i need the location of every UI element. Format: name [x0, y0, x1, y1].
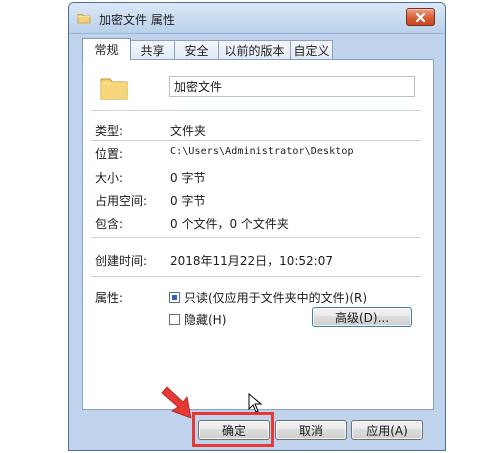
- tab-previous-versions[interactable]: 以前的版本: [218, 40, 291, 59]
- general-panel: 类型: 文件夹 位置: C:\Users\Administrator\Deskt…: [82, 59, 434, 410]
- size-label: 大小:: [95, 171, 124, 185]
- hidden-label: 隐藏(H): [184, 313, 227, 327]
- readonly-label: 只读(仅应用于文件夹中的文件)(R): [184, 291, 368, 305]
- created-label: 创建时间:: [95, 254, 148, 268]
- contains-value: 0 个文件，0 个文件夹: [170, 217, 289, 231]
- hidden-checkbox[interactable]: [169, 314, 180, 325]
- size-on-disk-label: 占用空间:: [95, 194, 148, 208]
- advanced-button[interactable]: 高级(D)...: [312, 307, 412, 327]
- readonly-option[interactable]: 只读(仅应用于文件夹中的文件)(R): [169, 289, 367, 306]
- dialog-buttons: 确定 取消 应用(A): [69, 420, 445, 442]
- tab-sharing[interactable]: 共享: [130, 40, 175, 59]
- tab-customize[interactable]: 自定义: [290, 40, 333, 59]
- created-value: 2018年11月22日，10:52:07: [170, 254, 333, 268]
- contains-label: 包含:: [95, 217, 124, 231]
- separator: [91, 110, 421, 111]
- type-value: 文件夹: [170, 124, 207, 138]
- folder-icon: [77, 14, 91, 24]
- attributes-label: 属性:: [95, 291, 124, 305]
- properties-dialog: 加密文件 属性 常规 共享 安全 以前的版本 自定义 类型: 文件夹 位置: C…: [68, 2, 446, 451]
- cancel-button[interactable]: 取消: [275, 420, 347, 440]
- hidden-option[interactable]: 隐藏(H): [169, 311, 226, 328]
- close-button[interactable]: [406, 8, 435, 26]
- separator: [91, 237, 421, 238]
- readonly-checkbox[interactable]: [169, 292, 180, 303]
- type-label: 类型:: [95, 124, 124, 138]
- separator: [91, 276, 421, 277]
- tab-strip: 常规 共享 安全 以前的版本 自定义: [82, 38, 333, 60]
- title-bar: 加密文件 属性: [69, 3, 445, 34]
- folder-name-input[interactable]: [169, 76, 415, 97]
- tab-general[interactable]: 常规: [82, 38, 131, 60]
- size-value: 0 字节: [170, 171, 206, 185]
- ok-button[interactable]: 确定: [198, 420, 270, 440]
- tab-security[interactable]: 安全: [174, 40, 219, 59]
- separator: [91, 140, 421, 141]
- location-value: C:\Users\Administrator\Desktop: [170, 146, 354, 157]
- close-icon: [415, 12, 426, 22]
- location-label: 位置:: [95, 147, 124, 161]
- window-title: 加密文件 属性: [99, 13, 175, 27]
- folder-icon: [100, 78, 128, 100]
- apply-button[interactable]: 应用(A): [351, 420, 423, 440]
- size-on-disk-value: 0 字节: [170, 194, 206, 208]
